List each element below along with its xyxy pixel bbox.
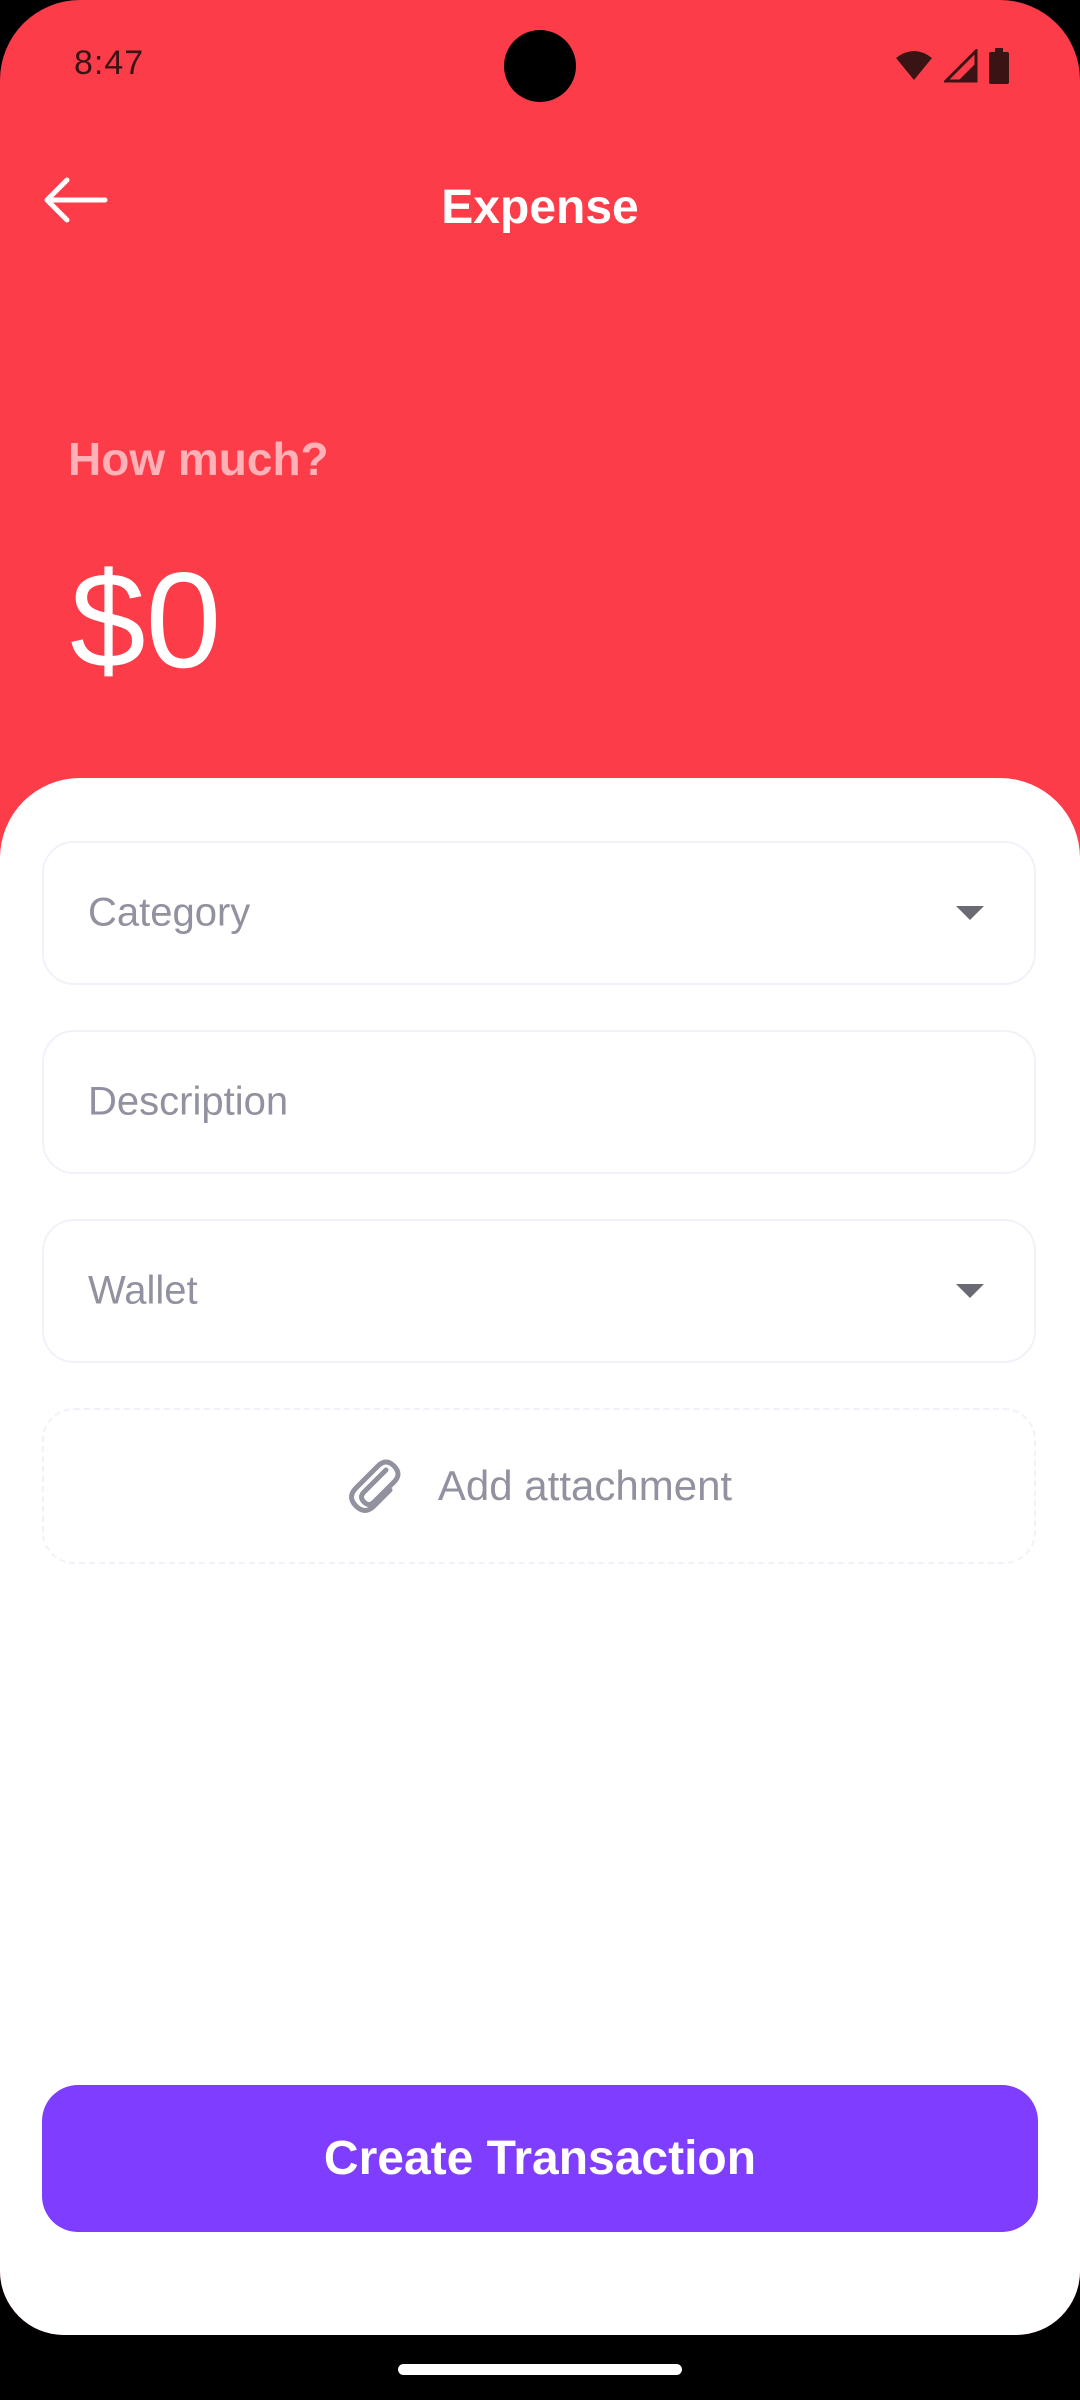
page-title: Expense: [441, 181, 639, 234]
wallet-dropdown[interactable]: Wallet: [42, 1219, 1036, 1363]
battery-icon: [989, 48, 1009, 84]
home-indicator[interactable]: [398, 2364, 682, 2375]
wifi-icon: [896, 51, 932, 80]
wallet-placeholder: Wallet: [88, 1268, 198, 1313]
status-icons: [894, 46, 1010, 86]
description-input[interactable]: Description: [42, 1030, 1036, 1174]
amount-value[interactable]: $0: [70, 552, 221, 688]
category-placeholder: Category: [88, 890, 251, 935]
description-placeholder: Description: [88, 1079, 289, 1124]
cellular-signal-icon: [944, 49, 978, 83]
status-time: 8:47: [74, 44, 145, 82]
add-attachment-button[interactable]: Add attachment: [42, 1408, 1036, 1564]
status-bar: 8:47: [0, 0, 1080, 130]
add-attachment-label: Add attachment: [437, 1462, 733, 1509]
app-bar: Expense: [0, 150, 1080, 270]
create-transaction-button[interactable]: Create Transaction: [42, 2085, 1038, 2232]
caret-down-icon: [956, 906, 984, 920]
caret-down-icon: [956, 1284, 984, 1298]
camera-cutout: [504, 30, 576, 102]
amount-label: How much?: [68, 433, 329, 485]
paperclip-icon: [348, 1459, 401, 1513]
category-dropdown[interactable]: Category: [42, 841, 1036, 985]
expense-screen: 8:47 Expense How much? $0 Category Descr…: [0, 0, 1080, 2335]
